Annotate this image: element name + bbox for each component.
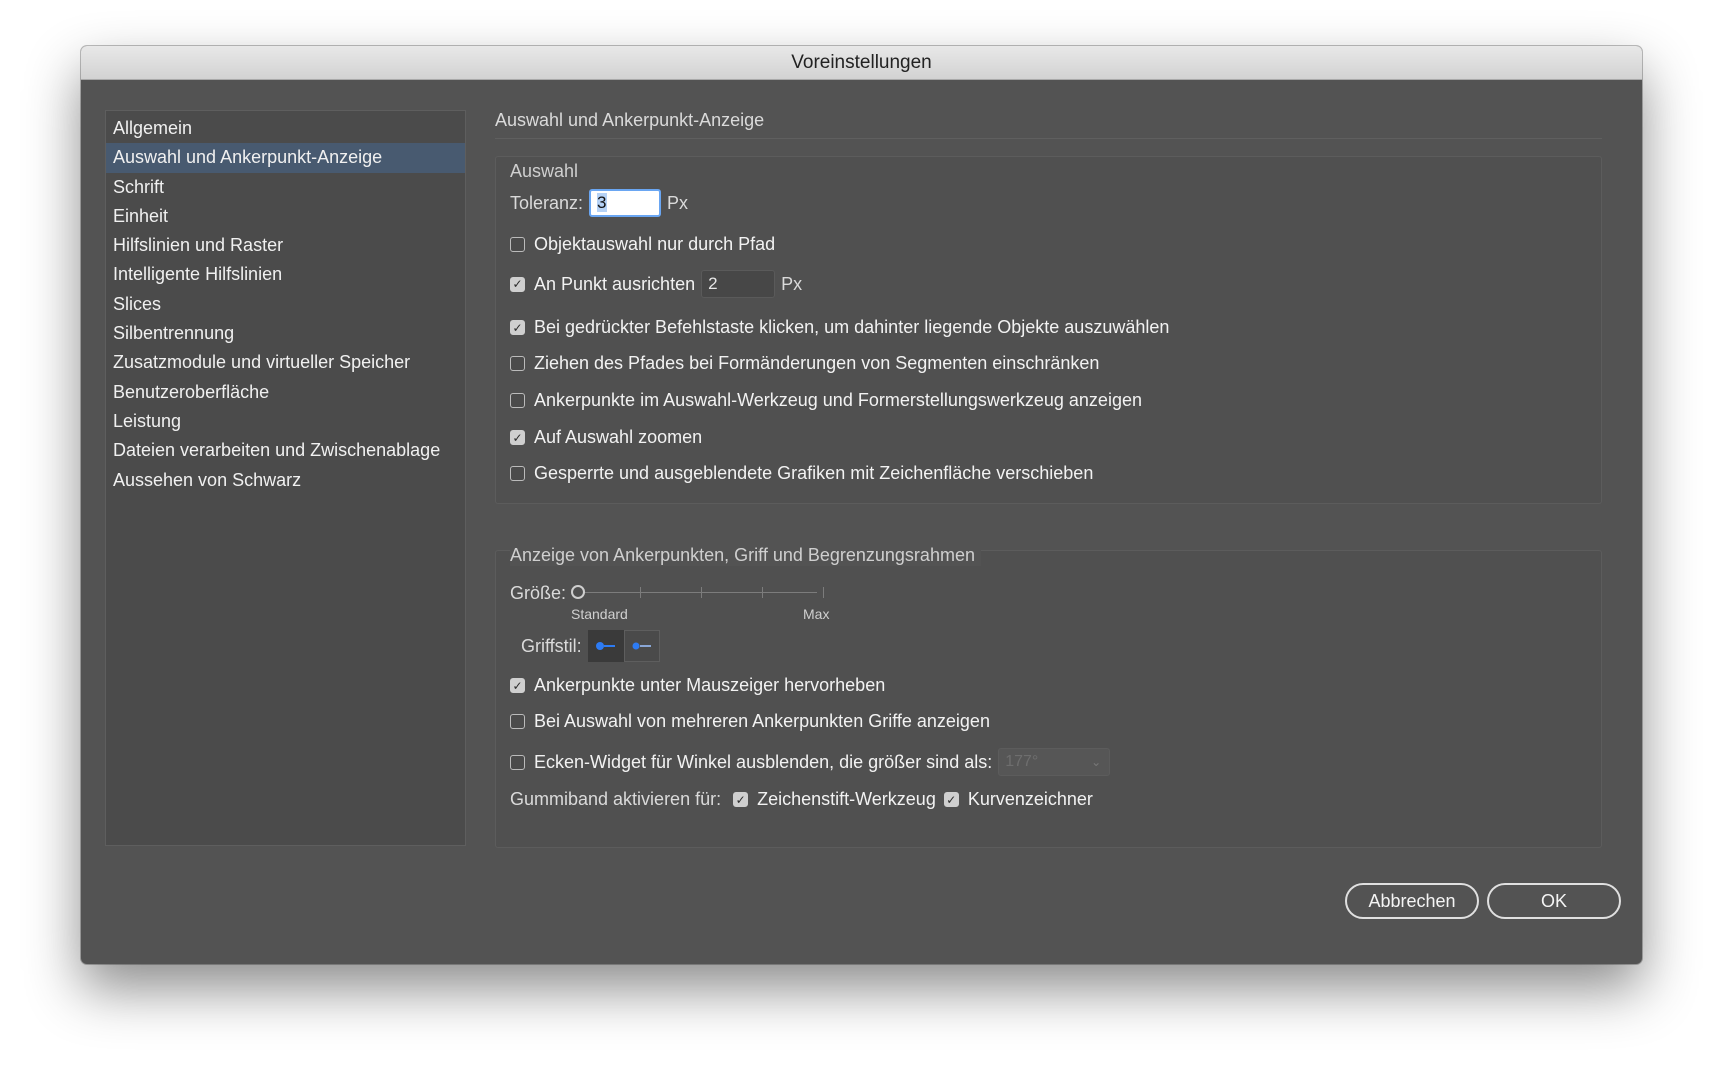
gummiband-label: Gummiband aktivieren für: <box>510 789 722 809</box>
slider-track <box>579 592 817 593</box>
sidebar-item-zusatzmodule[interactable]: Zusatzmodule und virtueller Speicher <box>106 348 465 377</box>
slider-tick <box>762 587 763 598</box>
window-title: Voreinstellungen <box>81 46 1642 80</box>
auswahl-group-label: Auswahl <box>510 161 579 181</box>
gesperrte-checkbox[interactable] <box>510 466 525 481</box>
title-divider <box>495 138 1602 139</box>
sidebar-item-schrift[interactable]: Schrift <box>106 173 465 202</box>
ecken-checkbox[interactable] <box>510 754 525 770</box>
anzeige-group: Anzeige von Ankerpunkten, Griff und Begr… <box>495 545 1602 848</box>
befehlstaste-checkbox[interactable]: ✓ <box>510 320 525 335</box>
befehlstaste-label: Bei gedrückter Befehlstaste klicken, um … <box>534 317 1170 337</box>
groesse-label: Größe: <box>510 583 567 603</box>
griffstil-solid-button[interactable] <box>587 630 624 662</box>
griffe-checkbox[interactable] <box>510 714 525 729</box>
toleranz-label: Toleranz: <box>510 192 584 213</box>
slider-knob[interactable] <box>571 585 585 599</box>
sidebar-item-auswahl[interactable]: Auswahl und Ankerpunkt-Anzeige <box>106 143 465 173</box>
griffe-row: Bei Auswahl von mehreren Ankerpunkten Gr… <box>510 711 990 732</box>
an-punkt-label: An Punkt ausrichten <box>534 273 696 294</box>
gesperrte-label: Gesperrte und ausgeblendete Grafiken mit… <box>534 463 1094 483</box>
handle-solid-icon <box>595 642 615 650</box>
griffstil-label: Griffstil: <box>521 635 582 656</box>
ankerpunkte-werkzeug-checkbox[interactable] <box>510 393 525 408</box>
cancel-button[interactable]: Abbrechen <box>1345 883 1479 919</box>
ziehen-row: Ziehen des Pfades bei Formänderungen von… <box>510 353 1099 374</box>
objektauswahl-label: Objektauswahl nur durch Pfad <box>534 234 776 254</box>
ecken-winkel-dropdown[interactable]: 177° ⌄ <box>998 748 1111 776</box>
kurvenzeichner-label: Kurvenzeichner <box>967 789 1093 809</box>
an-punkt-unit: Px <box>781 273 803 294</box>
an-punkt-checkbox[interactable]: ✓ <box>510 276 525 292</box>
anzeige-group-label: Anzeige von Ankerpunkten, Griff und Begr… <box>510 545 981 566</box>
slider-tick <box>701 587 702 598</box>
kurvenzeichner-checkbox[interactable]: ✓ <box>943 792 959 807</box>
sidebar-item-einheit[interactable]: Einheit <box>106 202 465 231</box>
ok-button[interactable]: OK <box>1487 883 1621 919</box>
sidebar-item-allgemein[interactable]: Allgemein <box>106 114 465 143</box>
sidebar-item-hilfslinien[interactable]: Hilfslinien und Raster <box>106 231 465 260</box>
toleranz-input[interactable]: 3 <box>589 189 662 217</box>
ecken-winkel-value: 177° <box>1005 753 1039 770</box>
ankerpunkte-werkzeug-row: Ankerpunkte im Auswahl-Werkzeug und Form… <box>510 390 1142 411</box>
gesperrte-row: Gesperrte und ausgeblendete Grafiken mit… <box>510 463 1093 484</box>
slider-min-label: Standard <box>571 606 628 622</box>
section-title: Auswahl und Ankerpunkt-Anzeige <box>495 110 765 130</box>
sidebar-item-schwarz[interactable]: Aussehen von Schwarz <box>106 466 465 495</box>
sidebar-item-silbentrennung[interactable]: Silbentrennung <box>106 319 465 348</box>
zeichenstift-checkbox[interactable]: ✓ <box>733 792 749 807</box>
sidebar-item-leistung[interactable]: Leistung <box>106 407 465 436</box>
toleranz-unit: Px <box>667 192 689 213</box>
auswahl-group: Auswahl Toleranz: 3 Px Objektauswahl nur… <box>495 156 1602 504</box>
slider-max-label: Max <box>803 606 830 622</box>
sidebar-item-dateien[interactable]: Dateien verarbeiten und Zwischenablage <box>106 436 465 465</box>
sidebar-item-intelligente-hilfslinien[interactable]: Intelligente Hilfslinien <box>106 260 465 289</box>
sidebar: Allgemein Auswahl und Ankerpunkt-Anzeige… <box>105 110 466 846</box>
hervorheben-row: ✓ Ankerpunkte unter Mauszeiger hervorheb… <box>510 675 885 696</box>
groesse-row: Größe: <box>510 583 566 604</box>
handle-outline-icon <box>632 642 651 650</box>
zeichenstift-label: Zeichenstift-Werkzeug <box>757 789 936 809</box>
slider-tick <box>640 587 641 598</box>
hervorheben-label: Ankerpunkte unter Mauszeiger hervorheben <box>534 675 886 695</box>
toleranz-row: Toleranz: 3 Px <box>510 189 688 217</box>
sidebar-item-slices[interactable]: Slices <box>106 290 465 319</box>
zoomen-row: ✓ Auf Auswahl zoomen <box>510 427 702 448</box>
objektauswahl-checkbox[interactable] <box>510 237 525 252</box>
groesse-slider[interactable]: Standard Max <box>571 582 831 626</box>
preferences-dialog: Voreinstellungen Allgemein Auswahl und A… <box>81 46 1642 964</box>
toleranz-value: 3 <box>597 193 607 212</box>
zoomen-checkbox[interactable]: ✓ <box>510 430 525 445</box>
ziehen-checkbox[interactable] <box>510 356 525 371</box>
objektauswahl-row: Objektauswahl nur durch Pfad <box>510 234 775 255</box>
ecken-label: Ecken-Widget für Winkel ausblenden, die … <box>534 751 993 772</box>
befehlstaste-row: ✓ Bei gedrückter Befehlstaste klicken, u… <box>510 317 1169 338</box>
ankerpunkte-werkzeug-label: Ankerpunkte im Auswahl-Werkzeug und Form… <box>534 390 1142 410</box>
hervorheben-checkbox[interactable]: ✓ <box>510 678 525 693</box>
gummiband-row: Gummiband aktivieren für: ✓ Zeichenstift… <box>510 789 1093 810</box>
ecken-row: Ecken-Widget für Winkel ausblenden, die … <box>510 748 1111 776</box>
chevron-down-icon: ⌄ <box>1091 755 1102 769</box>
slider-tick <box>823 587 824 598</box>
zoomen-label: Auf Auswahl zoomen <box>534 427 703 447</box>
griffstil-row: Griffstil: <box>521 630 660 662</box>
an-punkt-input[interactable]: 2 <box>701 270 776 298</box>
sidebar-item-benutzeroberflaeche[interactable]: Benutzeroberfläche <box>106 378 465 407</box>
griffe-label: Bei Auswahl von mehreren Ankerpunkten Gr… <box>534 711 990 731</box>
griffstil-outline-button[interactable] <box>623 630 660 662</box>
ziehen-label: Ziehen des Pfades bei Formänderungen von… <box>534 353 1100 373</box>
an-punkt-row: ✓ An Punkt ausrichten 2 Px <box>510 270 802 298</box>
